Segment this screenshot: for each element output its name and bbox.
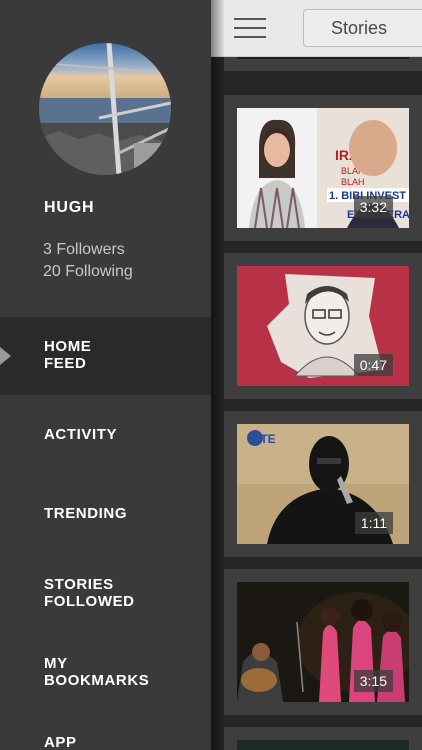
video-feed[interactable]: IRAN BLAH BLAH 1. BIBI INVEST EXAGGERAT … (211, 57, 422, 750)
video-thumbnail (237, 740, 409, 750)
nav-item-activity[interactable]: ACTIVITY (0, 405, 211, 465)
nav-item-app[interactable]: APP (0, 713, 211, 750)
video-thumbnail: SITE 1:11 (237, 424, 409, 544)
nav-item-home-feed[interactable]: HOME FEED (0, 317, 211, 395)
video-duration: 1:11 (354, 512, 393, 534)
side-menu: HUGH 3 Followers 20 Following HOME FEED … (0, 0, 211, 750)
video-duration: 3:32 (353, 196, 393, 218)
user-stats: 3 Followers 20 Following (43, 239, 133, 283)
video-card[interactable]: 3:15 (224, 569, 422, 715)
user-name: HUGH (44, 199, 95, 216)
nav-item-my-bookmarks[interactable]: MY BOOKMARKS (0, 634, 211, 712)
video-card[interactable]: 0:47 (224, 253, 422, 399)
nav-label: HOME FEED (44, 338, 92, 372)
nav-item-trending[interactable]: TRENDING (0, 484, 211, 544)
stories-button[interactable]: Stories (303, 9, 422, 47)
video-card[interactable]: SITE 1:11 (224, 411, 422, 557)
nav-label: APP (44, 734, 77, 750)
menu-icon[interactable] (234, 16, 266, 40)
nav-label: TRENDING (44, 505, 128, 522)
nav-label: MY BOOKMARKS (44, 655, 150, 689)
video-thumbnail: 3:15 (237, 582, 409, 702)
video-duration: 0:47 (353, 354, 393, 376)
video-card[interactable] (224, 727, 422, 750)
video-card[interactable] (224, 57, 422, 71)
video-thumbnail (237, 57, 409, 59)
followers-count[interactable]: 3 Followers (43, 239, 133, 261)
active-indicator-icon (0, 347, 11, 365)
video-thumbnail: IRAN BLAH BLAH 1. BIBI INVEST EXAGGERAT … (237, 108, 409, 228)
svg-text:BLAH: BLAH (341, 177, 365, 187)
video-duration: 3:15 (353, 670, 393, 692)
video-thumbnail: 0:47 (237, 266, 409, 386)
nav-label: STORIES FOLLOWED (44, 576, 135, 610)
avatar[interactable] (39, 43, 171, 175)
video-card[interactable]: IRAN BLAH BLAH 1. BIBI INVEST EXAGGERAT … (224, 95, 422, 241)
nav-label: ACTIVITY (44, 426, 118, 443)
following-count[interactable]: 20 Following (43, 261, 133, 283)
nav-item-stories-followed[interactable]: STORIES FOLLOWED (0, 555, 211, 633)
top-bar: Stories (211, 0, 422, 57)
site-logo: SITE (249, 432, 276, 446)
